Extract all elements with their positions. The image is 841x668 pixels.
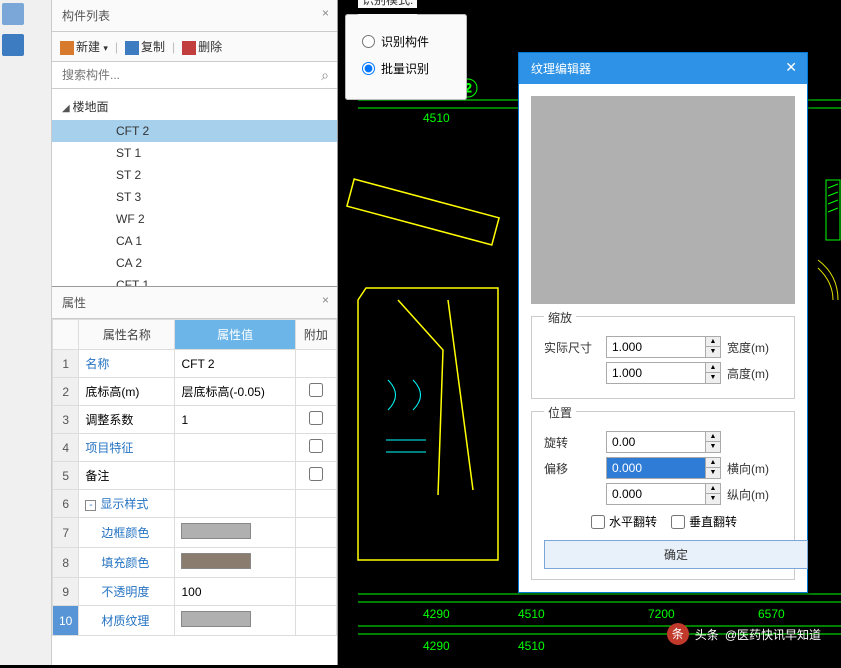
- svg-text:6570: 6570: [758, 607, 785, 621]
- search-icon[interactable]: ⌕: [321, 67, 329, 84]
- list-icon[interactable]: [2, 34, 24, 56]
- new-button[interactable]: 新建 ▾: [60, 38, 108, 55]
- tree-item[interactable]: ST 1: [52, 142, 337, 164]
- tree-item[interactable]: ST 2: [52, 164, 337, 186]
- svg-text:4510: 4510: [423, 111, 450, 125]
- svg-text:7200: 7200: [648, 607, 675, 621]
- component-toolbar: 新建 ▾ | 复制 | 删除: [52, 32, 337, 62]
- width-spinner[interactable]: ▲▼: [606, 336, 721, 358]
- radio-opt2[interactable]: [362, 62, 375, 75]
- svg-text:4510: 4510: [518, 607, 545, 621]
- table-row[interactable]: 1名称CFT 2: [53, 350, 337, 378]
- flip-v-checkbox[interactable]: 垂直翻转: [671, 513, 737, 530]
- col-index: [53, 320, 79, 350]
- table-row[interactable]: 6-显示样式: [53, 490, 337, 518]
- watermark: 条 头条 @医药快讯早知道: [667, 623, 821, 645]
- offset-x-spinner[interactable]: ▲▼: [606, 457, 721, 479]
- offset-y-spinner[interactable]: ▲▼: [606, 483, 721, 505]
- tree-item[interactable]: CFT 2: [52, 120, 337, 142]
- scale-fieldset: 缩放 实际尺寸 ▲▼ 宽度(m) ▲▼ 高度(m): [531, 316, 795, 399]
- table-row[interactable]: 8填充颜色: [53, 548, 337, 578]
- close-icon[interactable]: ✕: [785, 59, 797, 76]
- position-fieldset: 位置 旋转 ▲▼ 偏移 ▲▼ 横向(m) ▲▼ 纵向(m): [531, 411, 795, 580]
- left-panel: 构件列表 × 新建 ▾ | 复制 | 删除 ⌕ 楼地面 CFT 2ST 1ST …: [52, 0, 338, 665]
- close-icon[interactable]: ×: [322, 293, 329, 307]
- copy-icon: [125, 41, 139, 55]
- svg-text:4290: 4290: [423, 607, 450, 621]
- properties-title: 属性 ×: [52, 287, 337, 319]
- height-spinner[interactable]: ▲▼: [606, 362, 721, 384]
- radio-opt1[interactable]: [362, 35, 375, 48]
- tree-item[interactable]: ST 3: [52, 186, 337, 208]
- left-toolbar: [0, 0, 52, 665]
- component-tree[interactable]: 楼地面 CFT 2ST 1ST 2ST 3WF 2CA 1CA 2CFT 1CF…: [52, 89, 337, 286]
- tree-item[interactable]: CFT 1: [52, 274, 337, 286]
- recognize-legend: 识别模式:: [358, 0, 417, 8]
- rotate-spinner[interactable]: ▲▼: [606, 431, 721, 453]
- radio-batch-recognize[interactable]: 批量识别: [362, 60, 454, 77]
- properties-table: 属性名称 属性值 附加 1名称CFT 22底标高(m)层底标高(-0.05)3调…: [52, 319, 337, 636]
- svg-text:4290: 4290: [423, 639, 450, 653]
- col-name[interactable]: 属性名称: [79, 320, 175, 350]
- tree-root[interactable]: 楼地面: [52, 93, 337, 120]
- svg-text:4510: 4510: [518, 639, 545, 653]
- col-value[interactable]: 属性值: [175, 320, 295, 350]
- table-row[interactable]: 4项目特征: [53, 434, 337, 462]
- tree-item[interactable]: CA 1: [52, 230, 337, 252]
- table-row[interactable]: 5备注: [53, 462, 337, 490]
- toutiao-logo-icon: 条: [667, 623, 689, 645]
- texture-preview: [531, 96, 795, 304]
- copy-button[interactable]: 复制: [125, 38, 165, 55]
- component-list-title: 构件列表 ×: [52, 0, 337, 32]
- delete-button[interactable]: 删除: [182, 38, 222, 55]
- tree-item[interactable]: CA 2: [52, 252, 337, 274]
- dialog-titlebar[interactable]: 纹理编辑器 ✕: [519, 53, 807, 84]
- table-row[interactable]: 10材质纹理: [53, 606, 337, 636]
- table-row[interactable]: 9不透明度100: [53, 578, 337, 606]
- recognize-panel: 识别模式: 识别构件 批量识别: [345, 6, 467, 100]
- close-icon[interactable]: ×: [322, 6, 329, 20]
- properties-panel: 属性 × 属性名称 属性值 附加 1名称CFT 22底标高(m)层底标高(-0.…: [52, 286, 337, 636]
- actual-size-label: 实际尺寸: [544, 339, 600, 356]
- panel-title-text: 构件列表: [62, 9, 110, 23]
- texture-editor-dialog: 纹理编辑器 ✕ 缩放 实际尺寸 ▲▼ 宽度(m) ▲▼ 高度(m) 位置: [518, 52, 808, 593]
- new-icon: [60, 41, 74, 55]
- tree-item[interactable]: WF 2: [52, 208, 337, 230]
- table-row[interactable]: 3调整系数1: [53, 406, 337, 434]
- palette-icon[interactable]: [2, 3, 24, 25]
- flip-h-checkbox[interactable]: 水平翻转: [591, 513, 657, 530]
- col-extra[interactable]: 附加: [295, 320, 336, 350]
- table-row[interactable]: 7边框颜色: [53, 518, 337, 548]
- table-row[interactable]: 2底标高(m)层底标高(-0.05): [53, 378, 337, 406]
- delete-icon: [182, 41, 196, 55]
- radio-recognize-component[interactable]: 识别构件: [362, 33, 454, 50]
- search-box: ⌕: [52, 62, 337, 89]
- search-input[interactable]: [52, 62, 337, 88]
- ok-button[interactable]: 确定: [544, 540, 808, 569]
